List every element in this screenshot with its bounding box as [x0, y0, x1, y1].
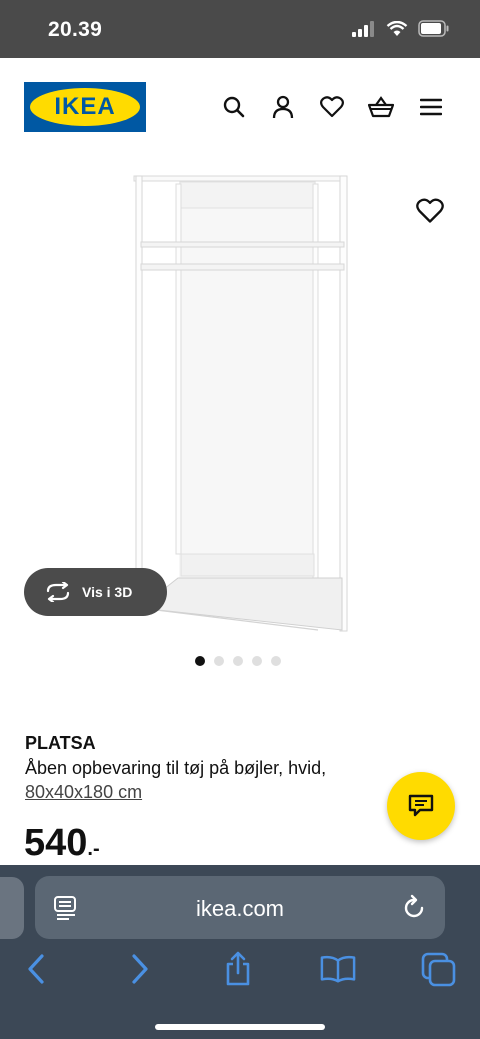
back-icon[interactable]: [18, 951, 54, 987]
product-name: PLATSA: [25, 733, 96, 753]
url-text: ikea.com: [195, 896, 285, 921]
carousel-dot[interactable]: [214, 656, 224, 666]
status-time: 20.39: [48, 18, 103, 41]
product-description: Åben opbevaring til tøj på bøjler, hvid,: [25, 758, 327, 778]
product-size-link[interactable]: 80x40x180 cm: [25, 782, 142, 803]
price-main: 540: [24, 822, 88, 864]
user-icon[interactable]: [270, 94, 296, 120]
image-carousel-dots: [195, 656, 281, 666]
basket-icon[interactable]: [368, 94, 394, 120]
tabs-icon[interactable]: [420, 951, 456, 987]
product-price: 540.-: [24, 822, 100, 865]
signal-icon: [352, 20, 374, 37]
rotate-3d-icon: [46, 582, 70, 602]
reload-icon[interactable]: [401, 894, 427, 922]
view-3d-button[interactable]: Vis i 3D: [24, 568, 167, 616]
status-icons: [352, 20, 450, 37]
status-bar: 20.39: [0, 0, 480, 58]
price-suffix: .-: [87, 838, 100, 860]
bookmarks-icon[interactable]: [320, 951, 356, 987]
chat-icon: [408, 794, 434, 817]
previous-tab-preview[interactable]: [0, 877, 24, 939]
site-header: IKEA: [0, 58, 480, 158]
carousel-dot[interactable]: [271, 656, 281, 666]
ikea-logo[interactable]: IKEA: [24, 82, 146, 132]
menu-icon[interactable]: [418, 94, 444, 120]
address-bar[interactable]: ikea.com: [35, 876, 445, 939]
chat-button[interactable]: [387, 772, 455, 840]
logo-oval: IKEA: [30, 88, 140, 126]
logo-text: IKEA: [54, 93, 116, 120]
search-icon[interactable]: [221, 94, 247, 120]
carousel-dot[interactable]: [195, 656, 205, 666]
forward-icon[interactable]: [122, 951, 158, 987]
view-3d-label: Vis i 3D: [82, 584, 133, 600]
browser-toolbar: ikea.com: [0, 865, 480, 1039]
wifi-icon: [386, 20, 408, 36]
add-to-favourites-icon[interactable]: [416, 198, 444, 224]
heart-icon[interactable]: [319, 94, 345, 120]
carousel-dot[interactable]: [233, 656, 243, 666]
battery-icon: [418, 20, 449, 37]
carousel-dot[interactable]: [252, 656, 262, 666]
home-indicator: [155, 1024, 325, 1030]
share-icon[interactable]: [220, 951, 256, 987]
